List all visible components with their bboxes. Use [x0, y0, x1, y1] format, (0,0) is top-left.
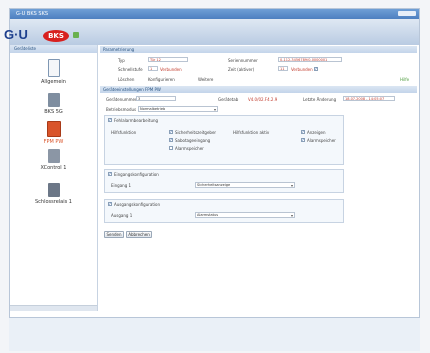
nav-item-allgemein[interactable]: Allgemein: [10, 59, 97, 85]
group-fehlalarm: Fehlalarmbearbeitung Hilfsfunktion Siche…: [104, 115, 344, 165]
device-number-input[interactable]: 3: [136, 96, 176, 101]
eingang-select-value: Sicherheitsanzeige: [197, 183, 231, 187]
chevron-down-icon: ▾: [213, 107, 216, 112]
sub-header: Geräteeinstellungen FPM PW: [100, 86, 417, 93]
cancel-button[interactable]: Abbrechen: [126, 231, 152, 238]
option-label: Sicherheitszeitgeber: [175, 130, 217, 135]
last-change-label: Letzte Änderung: [303, 97, 337, 102]
zeit-label: Zeit (aktiver): [228, 67, 255, 72]
option-checkbox[interactable]: [301, 137, 305, 142]
option-checkbox[interactable]: [169, 129, 173, 134]
refresh-icon[interactable]: [73, 32, 79, 38]
main-header: Parametrierung: [100, 46, 417, 53]
nav-item-bks[interactable]: BKS 5G: [10, 93, 97, 115]
chevron-down-icon: ▾: [290, 213, 293, 218]
group-eingang: Eingangskonfiguration Eingang 1 Sicherhe…: [104, 169, 344, 193]
schnellstufe-hint: Verbunden: [160, 67, 182, 72]
last-change-input[interactable]: 18.07.2008 - 14:05:07: [343, 96, 395, 101]
controller-icon: [47, 149, 60, 163]
type-label: Typ: [118, 58, 125, 63]
option-label: Alarmspeicher: [307, 138, 336, 143]
schnellstufe-input[interactable]: 1: [148, 66, 158, 71]
gu-logo: G·U: [4, 27, 42, 43]
nav-item-fpm[interactable]: FPM PW: [10, 121, 97, 145]
relay-icon: [47, 183, 60, 197]
serial-label: Seriennummer: [228, 58, 258, 63]
group-eingang-title: Eingangskonfiguration: [114, 172, 159, 177]
option-checkbox[interactable]: [169, 137, 173, 142]
group-ausgang: Ausgangskonfiguration Ausgang 1 Alarmsta…: [104, 199, 344, 223]
horizontal-scrollbar[interactable]: [10, 305, 97, 311]
send-button[interactable]: Senden: [104, 231, 124, 238]
logo-bar: [10, 19, 419, 45]
nav-label: FPM PW: [43, 139, 64, 145]
nav-item-xcontrol[interactable]: XControl 1: [10, 149, 97, 171]
application-window: G-U BKS SKS Geräteliste Allgemein BKS 5G…: [9, 8, 420, 318]
option-checkbox[interactable]: [169, 146, 173, 150]
hilfsfunktion-aktiv-label: Hilfsfunktion aktiv: [233, 130, 270, 135]
door-icon: [47, 59, 60, 77]
help-link[interactable]: Hilfe: [400, 77, 409, 82]
gu-logo-text: G·U: [4, 27, 28, 42]
window-controls[interactable]: [398, 11, 416, 16]
ausgang-select[interactable]: Alarmstatus ▾: [195, 212, 295, 218]
option-label: Sabotageeingang: [175, 138, 211, 143]
ausgang-label: Ausgang 1: [111, 213, 133, 218]
delete-toolbar-button[interactable]: Löschen: [118, 77, 134, 82]
bottom-area: [9, 318, 420, 351]
group-eingang-checkbox[interactable]: [108, 171, 112, 176]
group-ausgang-checkbox[interactable]: [108, 201, 112, 206]
option-label: Alarmspeicher: [175, 146, 204, 151]
nav-label: Schlossrelais 1: [35, 199, 72, 205]
ausgang-select-value: Alarmstatus: [197, 213, 219, 217]
nav-item-relay[interactable]: Schlossrelais 1: [10, 183, 97, 205]
device-list-pane: Geräteliste Allgemein BKS 5G FPM PW XCon…: [10, 45, 98, 311]
alarm-icon: [46, 121, 61, 137]
window-title: G-U BKS SKS: [16, 11, 49, 17]
device-list-header: Geräteliste: [10, 45, 97, 53]
eingang-select[interactable]: Sicherheitsanzeige ▾: [195, 182, 295, 188]
nav-label: BKS 5G: [44, 109, 63, 115]
zeit-input[interactable]: 11: [278, 66, 288, 71]
title-bar: G-U BKS SKS: [10, 9, 419, 19]
chevron-down-icon: ▾: [290, 183, 293, 188]
type-input[interactable]: Tür 12: [148, 57, 188, 62]
option-checkbox[interactable]: [301, 129, 305, 134]
group-ausgang-title: Ausgangskonfiguration: [114, 202, 161, 207]
firmware-label: Gerätetab: [218, 97, 239, 102]
configure-toolbar-button[interactable]: Konfigurieren: [148, 77, 175, 82]
device-number-label: Gerätenummer: [106, 97, 137, 102]
more-toolbar-button[interactable]: Weitere: [198, 77, 213, 82]
zeit-checkbox[interactable]: [314, 66, 318, 71]
schnellstufe-label: Schnellstufe: [118, 67, 143, 72]
hilfsfunktion-label: Hilfsfunktion: [111, 130, 137, 135]
device-icon: [47, 93, 60, 107]
serial-input[interactable]: 0-112-3456789/0-0000001: [278, 57, 342, 62]
mode-select[interactable]: Normalbetrieb ▾: [138, 106, 218, 112]
bks-logo: BKS: [43, 30, 69, 42]
nav-label: Allgemein: [41, 79, 66, 85]
group-fehlalarm-checkbox[interactable]: [108, 117, 112, 122]
group-fehlalarm-title: Fehlalarmbearbeitung: [114, 118, 159, 123]
eingang-label: Eingang 1: [111, 183, 132, 188]
nav-label: XControl 1: [40, 165, 67, 171]
option-label: Anzeigen: [307, 130, 326, 135]
main-panel: Parametrierung Typ Tür 12 Seriennummer 0…: [98, 45, 419, 311]
firmware-value: V4.0/02.F4.2.9: [248, 97, 278, 102]
zeit-hint: Verbunden: [291, 67, 313, 72]
mode-select-value: Normalbetrieb: [140, 107, 166, 111]
mode-label: Betriebsmodus: [106, 107, 137, 112]
